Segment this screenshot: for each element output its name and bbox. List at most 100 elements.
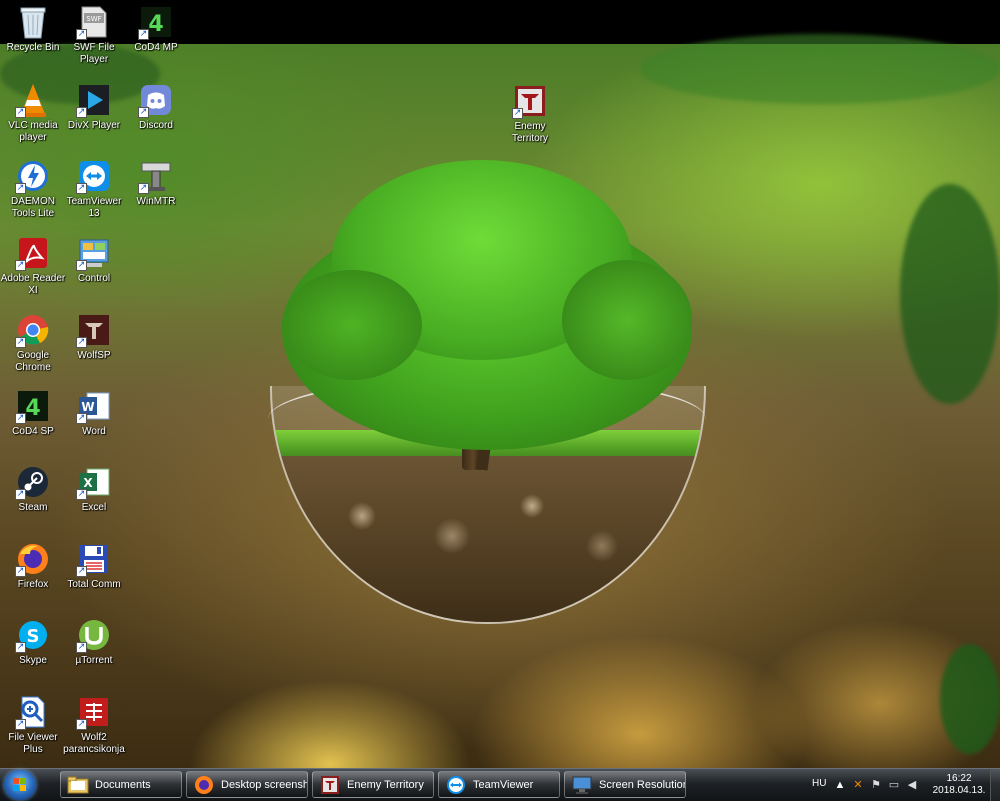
- clock-date: 2018.04.13.: [932, 785, 986, 796]
- desktop-icon-label: Wolf2 parancsikonja: [63, 732, 125, 755]
- desktop-icon-winmtr[interactable]: ↗ WinMTR: [123, 158, 189, 208]
- desktop-icon-steam[interactable]: ↗ Steam: [0, 464, 66, 514]
- desktop-icon-label: CoD4 SP: [12, 426, 54, 437]
- desktop-icon-swf-file-player[interactable]: SWF ↗ SWF File Player: [61, 4, 127, 66]
- taskbar-button-label: Screen Resolution: [599, 779, 686, 791]
- chrome-icon: ↗: [15, 312, 51, 348]
- desktop-icon-file-viewer-plus[interactable]: ↗ File Viewer Plus: [0, 694, 66, 756]
- wolf2-icon: ↗: [76, 694, 112, 730]
- steam-icon: ↗: [15, 464, 51, 500]
- desktop-icon-word[interactable]: W ↗ Word: [61, 388, 127, 438]
- tray-app-icon[interactable]: ✕: [852, 779, 864, 791]
- desktop-icon-discord[interactable]: ↗ Discord: [123, 82, 189, 132]
- desktop-icon-skype[interactable]: S ↗ Skype: [0, 617, 66, 667]
- adobe-reader-icon: ↗: [15, 235, 51, 271]
- show-desktop-button[interactable]: [990, 769, 1000, 801]
- desktop-icon-daemon-tools[interactable]: ↗ DAEMON Tools Lite: [0, 158, 66, 220]
- language-indicator[interactable]: HU: [812, 778, 826, 789]
- desktop-icon-label: File Viewer Plus: [8, 732, 58, 755]
- firefox-icon: ↗: [15, 541, 51, 577]
- taskbar-button-label: TeamViewer: [473, 779, 534, 791]
- desktop-icon-total-commander[interactable]: ↗ Total Comm: [61, 541, 127, 591]
- desktop-icon-cod4-sp[interactable]: 4 ↗ CoD4 SP: [0, 388, 66, 438]
- taskbar-button-screen-resolution[interactable]: Screen Resolution: [564, 771, 686, 798]
- desktop-icon-label: Recycle Bin: [6, 42, 60, 53]
- file-viewer-icon: ↗: [15, 694, 51, 730]
- action-center-flag-icon[interactable]: ⚑: [870, 779, 882, 791]
- desktop-icon-utorrent[interactable]: ↗ µTorrent: [61, 617, 127, 667]
- utorrent-icon: ↗: [76, 617, 112, 653]
- desktop-icon-label: CoD4 MP: [134, 42, 178, 53]
- desktop-icon-label: Skype: [19, 655, 47, 666]
- desktop-icon-label: DivX Player: [67, 120, 121, 131]
- teamviewer-icon: [447, 776, 465, 794]
- folder-icon: [67, 776, 89, 794]
- daemon-tools-icon: ↗: [15, 158, 51, 194]
- clock-time: 16:22: [946, 773, 972, 784]
- winmtr-icon: ↗: [138, 158, 174, 194]
- desktop-icon-control-panel[interactable]: ↗ Control: [61, 235, 127, 285]
- clock[interactable]: 16:22 2018.04.13.: [930, 773, 988, 797]
- taskbar-button-documents[interactable]: Documents: [60, 771, 182, 798]
- taskbar-button-enemy-territory[interactable]: Enemy Territory: [312, 771, 434, 798]
- desktop-icon-label: Firefox: [17, 579, 49, 590]
- desktop-icon-recycle-bin[interactable]: Recycle Bin: [0, 4, 66, 54]
- svg-text:4: 4: [148, 12, 163, 37]
- desktop-icon-label: Control: [77, 273, 111, 284]
- desktop-icon-wolf2[interactable]: ↗ Wolf2 parancsikonja: [61, 694, 127, 756]
- enemy-territory-icon: [321, 776, 339, 794]
- svg-text:4: 4: [25, 396, 40, 421]
- taskbar-button-label: Documents: [95, 779, 151, 791]
- show-hidden-icons-arrow-icon[interactable]: ▲: [834, 779, 846, 791]
- total-commander-icon: ↗: [76, 541, 112, 577]
- desktop-icon-label: µTorrent: [75, 655, 113, 666]
- discord-icon: ↗: [138, 82, 174, 118]
- windows-logo-icon: [13, 778, 26, 791]
- desktop-icon-label: Excel: [81, 502, 107, 513]
- terrarium-globe-image: [262, 150, 712, 630]
- desktop-icon-enemy-territory[interactable]: ↗ Enemy Territory: [497, 83, 563, 145]
- desktop-icon-label: DAEMON Tools Lite: [11, 196, 55, 219]
- desktop-icon-label: WolfSP: [77, 350, 111, 361]
- desktop-icon-label: Total Comm: [67, 579, 121, 590]
- skype-icon: S ↗: [15, 617, 51, 653]
- desktop-icon-divx-player[interactable]: ↗ DivX Player: [61, 82, 127, 132]
- desktop-icon-wolfsp[interactable]: ↗ WolfSP: [61, 312, 127, 362]
- desktop-icon-firefox[interactable]: ↗ Firefox: [0, 541, 66, 591]
- desktop-icon-label: Word: [82, 426, 106, 437]
- desktop-icon-label: Google Chrome: [15, 350, 51, 373]
- desktop-icon-label: SWF File Player: [73, 42, 115, 65]
- taskbar-button-firefox[interactable]: Desktop screensh...: [186, 771, 308, 798]
- desktop-wallpaper: [0, 34, 1000, 768]
- svg-text:S: S: [27, 626, 40, 647]
- desktop-icon-teamviewer[interactable]: ↗ TeamViewer 13: [61, 158, 127, 220]
- recycle-bin-icon: [15, 4, 51, 40]
- monitor-icon: [572, 776, 592, 794]
- desktop-icon-google-chrome[interactable]: ↗ Google Chrome: [0, 312, 66, 374]
- monitor-tray-icon[interactable]: ▭: [888, 779, 900, 791]
- svg-text:X: X: [83, 476, 93, 490]
- desktop-icon-adobe-reader[interactable]: ↗ Adobe Reader XI: [0, 235, 66, 297]
- taskbar-button-label: Desktop screensh...: [221, 779, 308, 791]
- desktop-icon-label: Enemy Territory: [511, 121, 549, 144]
- volume-icon[interactable]: ◀: [906, 779, 918, 791]
- desktop-icon-excel[interactable]: X ↗ Excel: [61, 464, 127, 514]
- desktop-icon-label: Discord: [139, 120, 173, 131]
- cod4-icon: 4 ↗: [15, 388, 51, 424]
- taskbar-button-teamviewer[interactable]: TeamViewer: [438, 771, 560, 798]
- taskbar: Documents Desktop screensh... Enemy Terr…: [0, 768, 1000, 801]
- vlc-icon: ↗: [15, 82, 51, 118]
- desktop-icon-label: Adobe Reader XI: [0, 273, 66, 296]
- swf-icon: SWF ↗: [76, 4, 112, 40]
- control-panel-icon: ↗: [76, 235, 112, 271]
- desktop-icon-cod4-mp[interactable]: 4 ↗ CoD4 MP: [123, 4, 189, 54]
- cod4-icon: 4 ↗: [138, 4, 174, 40]
- start-button[interactable]: [4, 770, 36, 800]
- desktop-icon-label: VLC media player: [8, 120, 58, 143]
- enemy-territory-icon: ↗: [512, 83, 548, 119]
- desktop-icon-label: WinMTR: [136, 196, 176, 207]
- svg-text:W: W: [81, 400, 94, 414]
- taskbar-button-label: Enemy Territory: [347, 779, 424, 791]
- wolfsp-icon: ↗: [76, 312, 112, 348]
- desktop-icon-vlc[interactable]: ↗ VLC media player: [0, 82, 66, 144]
